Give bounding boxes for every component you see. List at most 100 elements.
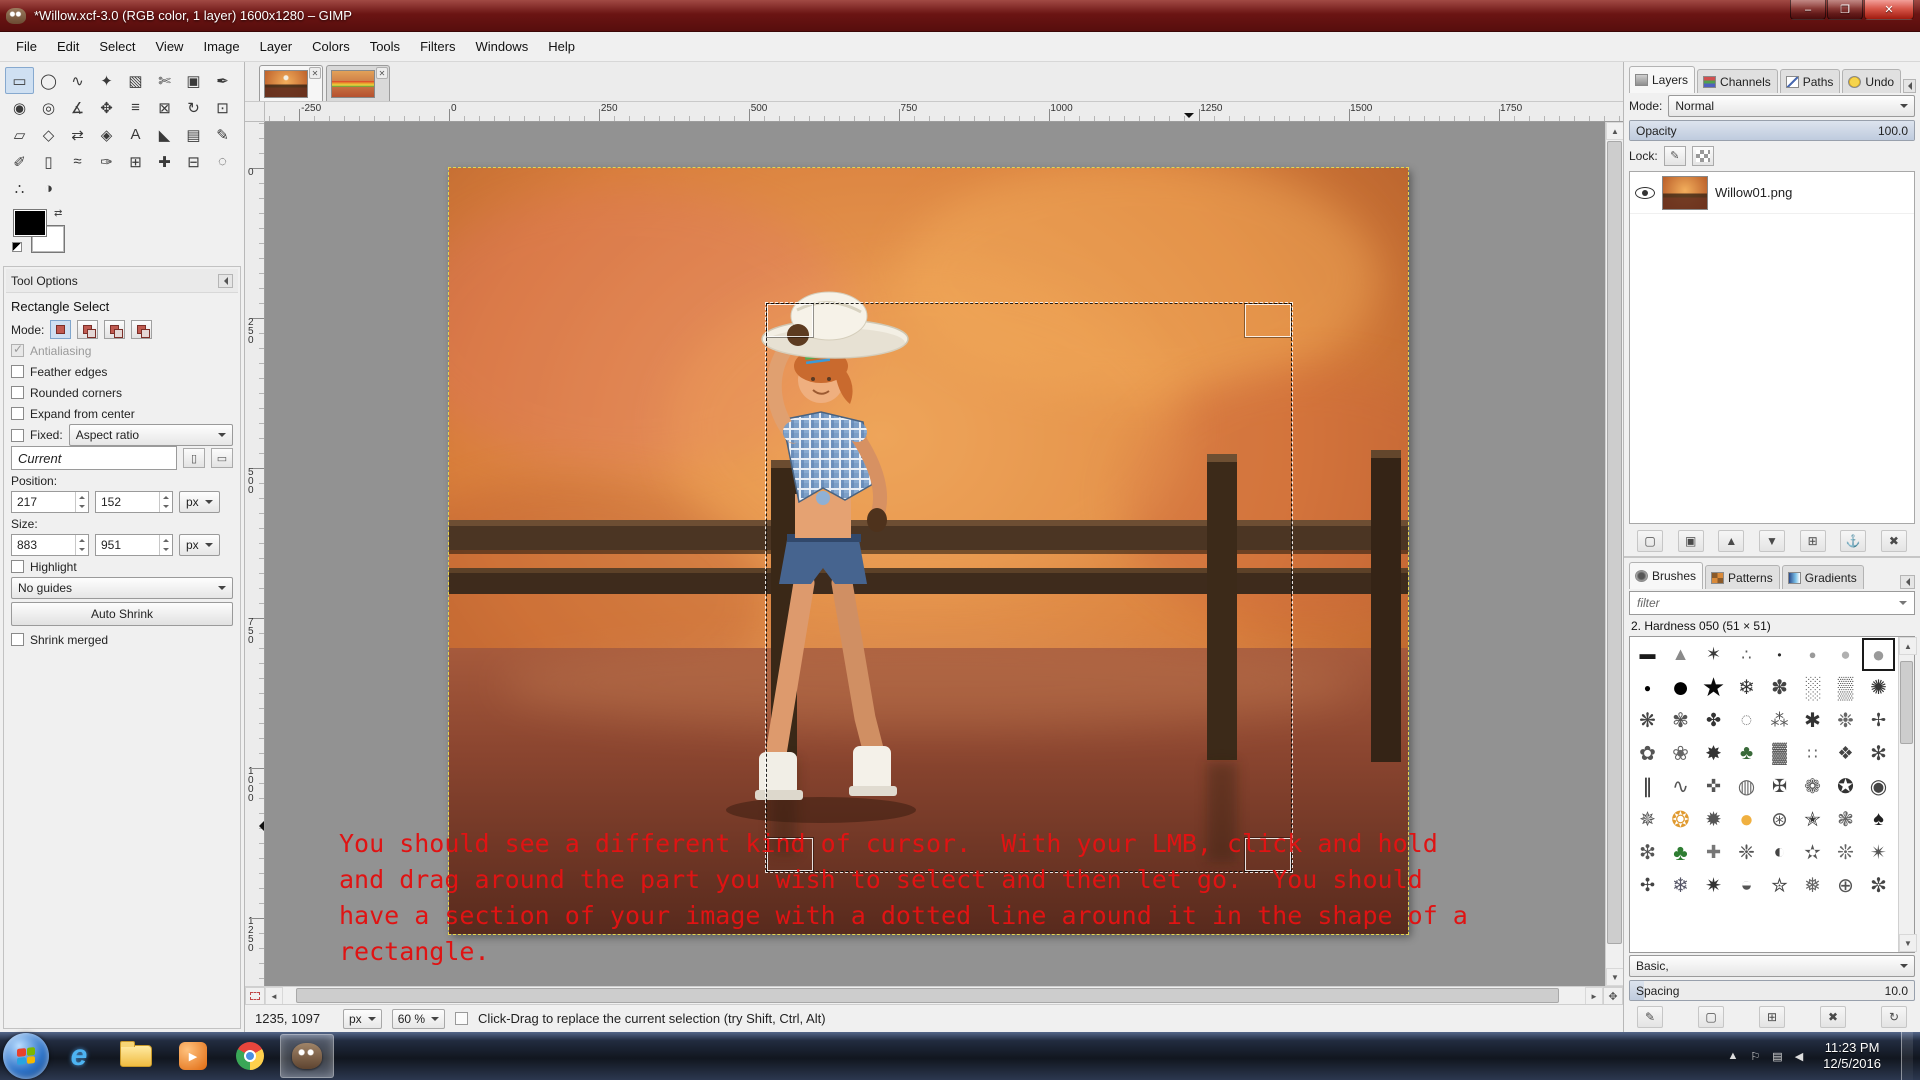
brush-item-31[interactable]: ✻ [1862,737,1895,770]
menu-item-colors[interactable]: Colors [302,34,360,59]
aspect-ratio-input[interactable]: Current [11,446,177,470]
swap-colors-icon[interactable]: ⇄ [54,208,62,219]
brush-item-54[interactable]: ❊ [1829,836,1862,869]
brush-item-2[interactable]: ✶ [1697,638,1730,671]
brush-item-63[interactable]: ✼ [1862,869,1895,902]
brush-item-50[interactable]: ✚ [1697,836,1730,869]
rounded-corners-checkbox[interactable] [11,386,24,399]
scroll-up-icon[interactable]: ▲ [1899,637,1917,655]
tool-gradient[interactable]: ▤ [179,121,208,148]
tool-foreground-select[interactable]: ▣ [179,67,208,94]
menu-item-tools[interactable]: Tools [360,34,410,59]
shrink-merged-checkbox[interactable] [11,633,24,646]
brush-item-15[interactable]: ✺ [1862,671,1895,704]
auto-shrink-button[interactable]: Auto Shrink [11,602,233,626]
brush-item-10[interactable]: ★ [1697,671,1730,704]
tab-layers[interactable]: Layers [1629,66,1696,93]
brush-item-59[interactable]: ◒ [1730,869,1763,902]
scroll-left-icon[interactable]: ◄ [265,987,283,1005]
brush-item-19[interactable]: ◌ [1730,704,1763,737]
position-y-field[interactable]: 152 [95,491,173,513]
brush-item-51[interactable]: ❈ [1730,836,1763,869]
scroll-down-icon[interactable]: ▼ [1899,934,1917,952]
brush-item-36[interactable]: ✠ [1763,770,1796,803]
tool-ellipse-select[interactable]: ◯ [34,67,63,94]
brush-item-32[interactable]: ∥ [1631,770,1664,803]
taskbar-chrome[interactable] [223,1034,277,1078]
tab-brushes[interactable]: Brushes [1629,562,1704,589]
menu-item-help[interactable]: Help [538,34,585,59]
tool-eraser[interactable]: ▯ [34,148,63,175]
ruler-corner[interactable] [245,102,265,122]
menu-item-filters[interactable]: Filters [410,34,465,59]
brush-item-48[interactable]: ❇ [1631,836,1664,869]
mode-intersect-button[interactable] [131,320,153,339]
selection-handle[interactable] [767,304,813,337]
hidden-icons-icon[interactable]: ▲ [1728,1050,1739,1062]
tool-crop[interactable]: ⊠ [150,94,179,121]
opacity-slider[interactable]: Opacity 100.0 [1629,120,1915,141]
tool-smudge[interactable]: ∴ [5,175,34,202]
brush-item-18[interactable]: ✤ [1697,704,1730,737]
navigation-button[interactable]: ✥ [1603,987,1623,1005]
canvas-viewport[interactable]: You should see a different kind of curso… [265,122,1605,986]
menu-item-image[interactable]: Image [193,34,249,59]
tool-rotate[interactable]: ↻ [179,94,208,121]
brush-item-39[interactable]: ◉ [1862,770,1895,803]
taskbar-gimp[interactable] [280,1034,334,1078]
duplicate-brush-button[interactable]: ⊞ [1759,1006,1785,1028]
mode-subtract-button[interactable] [104,320,126,339]
panel-menu-button[interactable] [1900,575,1915,589]
brush-item-34[interactable]: ✜ [1697,770,1730,803]
brush-item-60[interactable]: ✮ [1763,869,1796,902]
tool-free-select[interactable]: ∿ [63,67,92,94]
menu-item-edit[interactable]: Edit [47,34,89,59]
tool-blur-sharpen[interactable]: ◌ [208,148,237,175]
tool-shear[interactable]: ▱ [5,121,34,148]
tool-paths[interactable]: ✒ [208,67,237,94]
brush-item-40[interactable]: ✵ [1631,803,1664,836]
vertical-scrollbar[interactable]: ▲ ▼ [1605,122,1624,986]
tool-move[interactable]: ✥ [92,94,121,121]
close-icon[interactable]: ✕ [376,67,388,79]
scroll-down-icon[interactable]: ▼ [1606,968,1624,986]
tool-fuzzy-select[interactable]: ✦ [92,67,121,94]
brush-item-52[interactable]: ◐ [1763,836,1796,869]
brush-item-4[interactable]: • [1763,638,1796,671]
size-unit-dropdown[interactable]: px [179,534,220,556]
expand-from-center-checkbox[interactable] [11,407,24,420]
brush-item-44[interactable]: ⊛ [1763,803,1796,836]
tab-patterns[interactable]: Patterns [1705,565,1780,589]
new-brush-button[interactable]: ▢ [1698,1006,1724,1028]
tab-paths[interactable]: Paths [1779,69,1841,93]
taskbar-clock[interactable]: 11:23 PM 12/5/2016 [1815,1040,1889,1072]
brush-item-55[interactable]: ✴ [1862,836,1895,869]
brush-item-33[interactable]: ∿ [1664,770,1697,803]
menu-item-file[interactable]: File [6,34,47,59]
brush-item-56[interactable]: ✣ [1631,869,1664,902]
start-button[interactable] [3,1033,49,1079]
brush-item-9[interactable]: ● [1664,671,1697,704]
spinner-icon[interactable] [75,535,88,555]
brush-item-16[interactable]: ❋ [1631,704,1664,737]
tool-ink[interactable]: ✑ [92,148,121,175]
tool-pencil[interactable]: ✎ [208,121,237,148]
mode-replace-button[interactable] [50,320,72,339]
feather-edges-checkbox[interactable] [11,365,24,378]
scrollbar-thumb[interactable] [1607,141,1622,945]
spacing-slider[interactable]: Spacing 10.0 [1629,980,1915,1001]
brush-item-13[interactable]: ░ [1796,671,1829,704]
scroll-right-icon[interactable]: ► [1585,987,1603,1005]
tool-bucket-fill[interactable]: ◣ [150,121,179,148]
taskbar-media-player[interactable]: ▶ [166,1034,220,1078]
brush-item-49[interactable]: ♣ [1664,836,1697,869]
selection-marquee[interactable] [765,302,1293,873]
duplicate-layer-button[interactable]: ⊞ [1799,530,1826,552]
tool-measure[interactable]: ∡ [63,94,92,121]
layer-mode-dropdown[interactable]: Normal [1668,94,1915,117]
tool-dodge-burn[interactable]: ◑ [34,175,63,202]
brush-item-25[interactable]: ❀ [1664,737,1697,770]
tool-zoom[interactable]: ◎ [34,94,63,121]
zoom-dropdown[interactable]: 60 % [391,1008,446,1029]
tool-perspective-clone[interactable]: ⊟ [179,148,208,175]
